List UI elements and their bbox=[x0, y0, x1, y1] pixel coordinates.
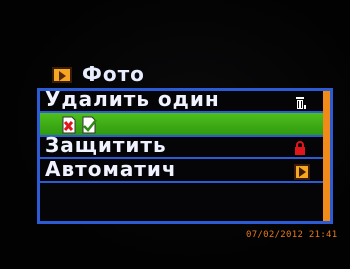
menu-item-label: Защитить bbox=[45, 133, 167, 157]
menu-item-autoplay[interactable]: Автоматич bbox=[40, 157, 326, 183]
date-timestamp: 07/02/2012 21:41 bbox=[246, 230, 338, 240]
lock-icon bbox=[295, 141, 305, 155]
camera-screen: Фото Удалить один Защитить Автоматич 07/… bbox=[0, 0, 350, 269]
menu-item-delete-one[interactable]: Удалить один bbox=[40, 87, 326, 113]
scrollbar-thumb[interactable] bbox=[323, 91, 330, 221]
play-folder-icon bbox=[52, 67, 72, 83]
delete-file-icon bbox=[62, 116, 76, 134]
menu-item-empty bbox=[40, 185, 326, 207]
trash-icon bbox=[296, 97, 306, 109]
menu-item-protect[interactable]: Защитить bbox=[40, 133, 326, 159]
menu-title: Фото bbox=[82, 62, 145, 86]
checkmark-file-icon bbox=[82, 116, 97, 134]
menu-item-label: Удалить один bbox=[45, 87, 220, 111]
menu-item-label: Автоматич bbox=[45, 157, 177, 181]
play-icon bbox=[294, 164, 310, 180]
playback-menu: Удалить один Защитить Автоматич bbox=[37, 87, 333, 224]
scrollbar-track[interactable] bbox=[323, 91, 330, 221]
